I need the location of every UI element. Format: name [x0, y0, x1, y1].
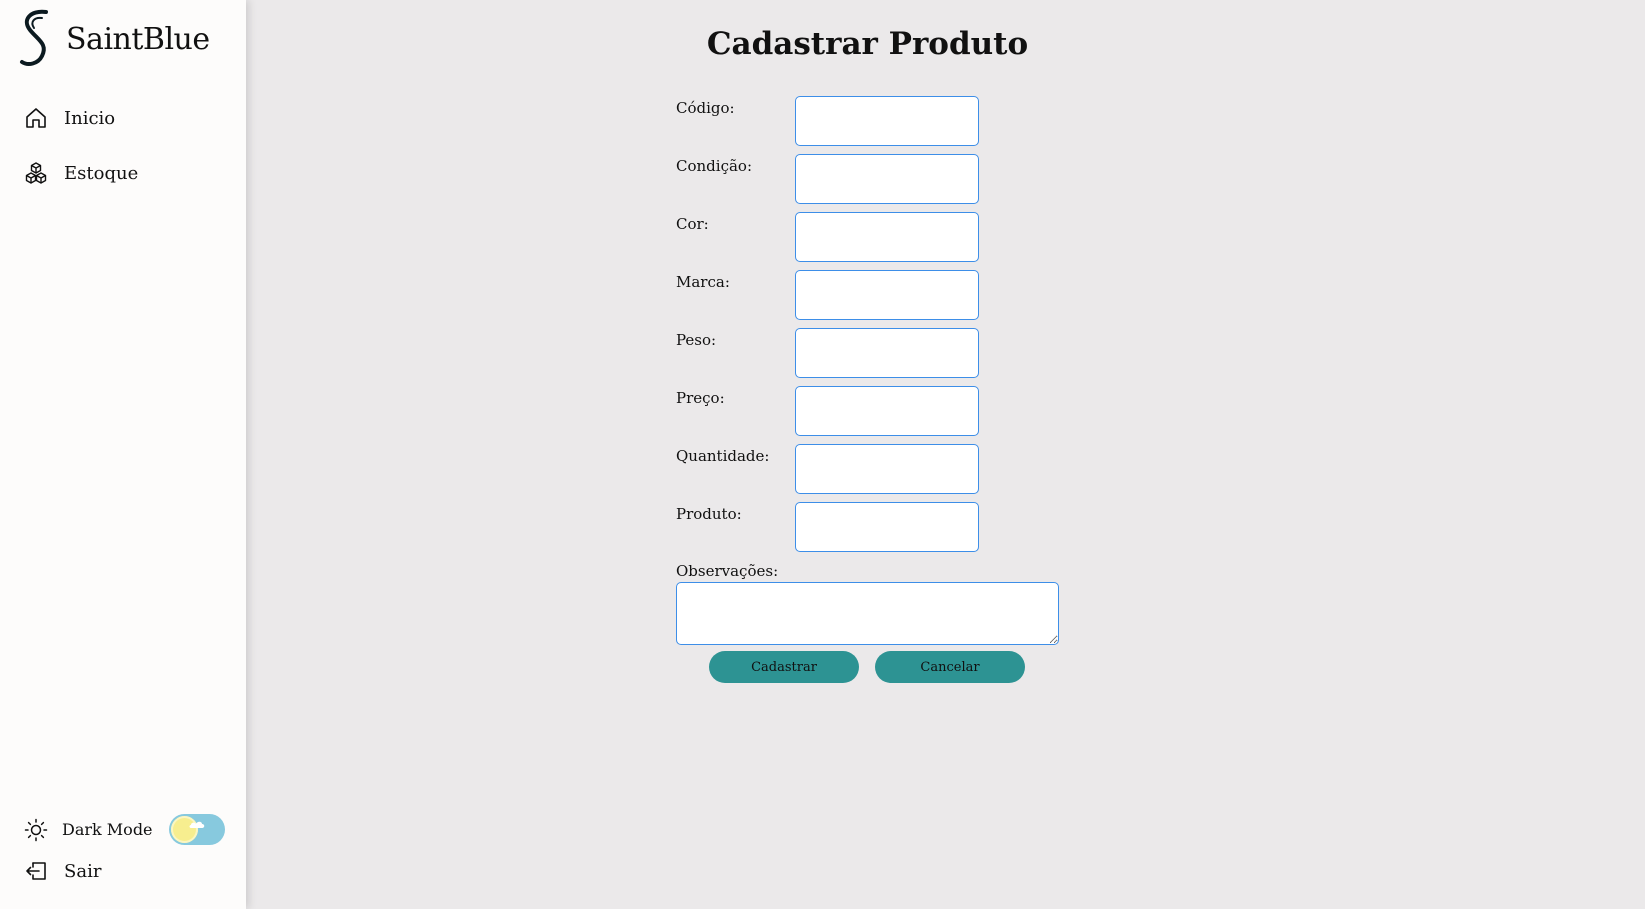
sidebar-item-estoque[interactable]: Estoque — [24, 161, 138, 185]
preco-input[interactable] — [795, 386, 979, 436]
dark-mode-row: Dark Mode — [24, 814, 225, 845]
sun-icon — [24, 818, 48, 841]
observacoes-textarea[interactable] — [676, 582, 1059, 645]
observacoes-label: Observações: — [676, 562, 779, 580]
sidebar: SaintBlue Inicio Estoque Dark Mode Sair — [0, 0, 246, 909]
cadastrar-button[interactable]: Cadastrar — [709, 651, 859, 683]
peso-label: Peso: — [676, 331, 717, 349]
dark-mode-label: Dark Mode — [62, 820, 153, 839]
cloud-icon — [189, 821, 204, 828]
condicao-label: Condição: — [676, 157, 752, 175]
logout-label: Sair — [64, 860, 102, 882]
sidebar-item-label: Estoque — [64, 162, 139, 184]
codigo-label: Código: — [676, 99, 735, 117]
sidebar-item-inicio[interactable]: Inicio — [24, 106, 115, 130]
condicao-input[interactable] — [795, 154, 979, 204]
produto-input[interactable] — [795, 502, 979, 552]
cubes-icon — [25, 162, 47, 184]
cor-label: Cor: — [676, 215, 709, 233]
produto-label: Produto: — [676, 505, 742, 523]
cor-input[interactable] — [795, 212, 979, 262]
home-icon — [26, 108, 46, 128]
peso-input[interactable] — [795, 328, 979, 378]
marca-input[interactable] — [795, 270, 979, 320]
sidebar-item-label: Inicio — [64, 107, 116, 129]
marca-label: Marca: — [676, 273, 730, 291]
codigo-input[interactable] — [795, 96, 979, 146]
dark-mode-toggle[interactable] — [168, 814, 225, 845]
preco-label: Preço: — [676, 389, 725, 407]
logout-icon — [26, 862, 46, 880]
page-title: Cadastrar Produto — [706, 26, 1029, 62]
cancelar-button[interactable]: Cancelar — [875, 651, 1025, 683]
quantidade-label: Quantidade: — [676, 447, 770, 465]
logout-button[interactable]: Sair — [24, 859, 101, 883]
quantidade-input[interactable] — [795, 444, 979, 494]
